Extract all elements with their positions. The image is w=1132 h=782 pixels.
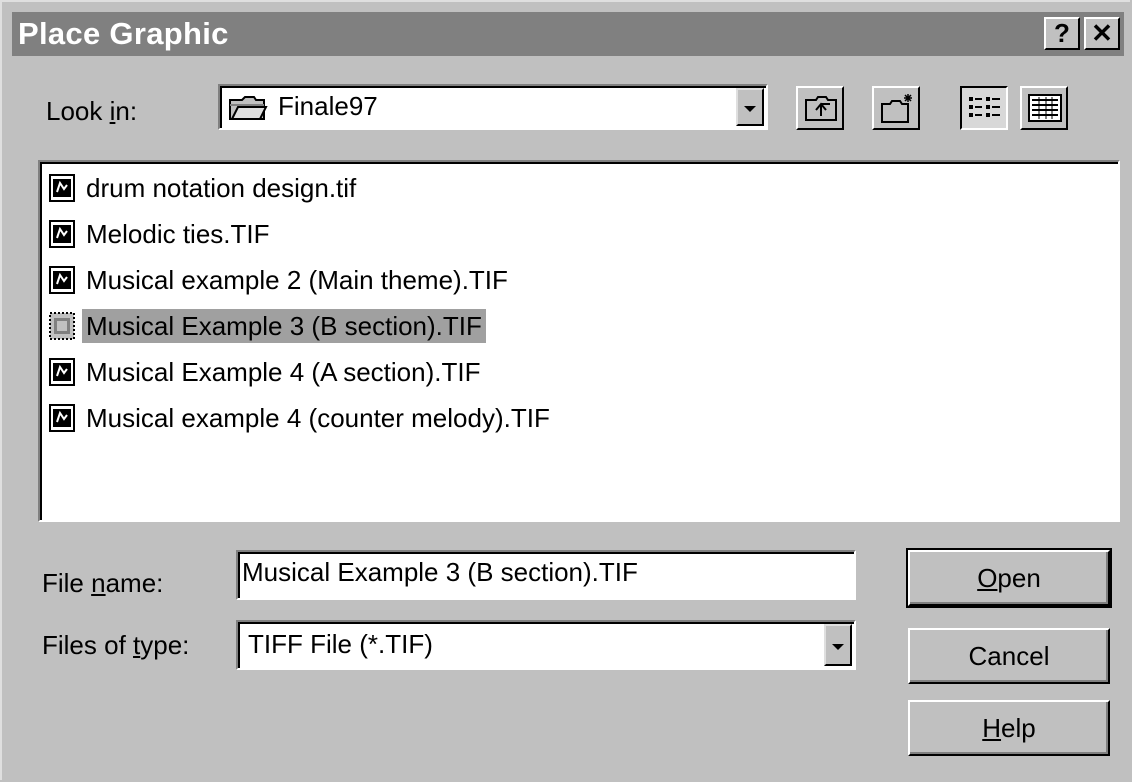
file-name-text: Musical Example 4 (A section).TIF [86,357,481,387]
file-list-item[interactable]: Melodic ties.TIF [48,214,274,254]
file-name-text: Musical Example 3 (B section).TIF [82,309,486,343]
chevron-down-icon [832,644,844,650]
files-of-type-label: Files of type: [42,630,190,660]
look-in-dropdown-button[interactable] [736,88,764,126]
file-list-item[interactable]: Musical Example 4 (A section).TIF [48,352,484,392]
file-list-item[interactable]: Musical example 4 (counter melody).TIF [48,398,554,438]
list-view-button[interactable] [960,86,1008,130]
tif-file-icon [48,403,76,433]
file-list-item[interactable]: Musical Example 3 (B section).TIF [48,306,486,346]
file-name-text: Musical example 4 (counter melody).TIF [86,403,550,433]
tif-file-icon [48,357,76,387]
file-name-text: Melodic ties.TIF [86,219,270,249]
help-button[interactable]: ? [1044,17,1080,50]
file-name-text: drum notation design.tif [86,173,357,203]
close-button[interactable]: ✕ [1084,17,1120,50]
create-new-folder-button[interactable] [872,86,920,130]
tif-file-icon [48,311,76,341]
cancel-button[interactable]: Cancel [908,628,1110,684]
details-view-button[interactable] [1020,86,1068,130]
details-view-icon [1028,94,1062,127]
files-of-type-value: TIFF File (*.TIF) [248,629,433,659]
tif-file-icon [48,219,76,249]
look-in-dropdown[interactable]: Finale97 [218,84,768,130]
up-one-level-icon [804,94,838,127]
dialog-title: Place Graphic [18,16,229,51]
open-button[interactable]: Open [906,548,1112,608]
tif-file-icon [48,265,76,295]
file-list[interactable]: drum notation design.tif Melodic ties.TIF… [38,160,1120,522]
files-of-type-dropdown-button[interactable] [824,624,852,666]
up-one-level-button[interactable] [796,86,844,130]
title-bar[interactable]: Place Graphic ? ✕ [12,12,1124,56]
list-view-icon [968,95,1002,126]
look-in-value: Finale97 [278,91,378,121]
look-in-label: Look in: [46,96,138,126]
file-list-item[interactable]: Musical example 2 (Main theme).TIF [48,260,512,300]
place-graphic-dialog: Place Graphic ? ✕ Look in: Finale97 drum… [0,0,1130,780]
file-name-label: File name: [42,568,164,598]
folder-icon [228,94,268,122]
chevron-down-icon [744,106,756,112]
file-name-text: Musical example 2 (Main theme).TIF [86,265,508,295]
file-list-item[interactable]: drum notation design.tif [48,168,360,208]
file-name-input[interactable] [242,554,848,590]
tif-file-icon [48,173,76,203]
files-of-type-dropdown[interactable]: TIFF File (*.TIF) [236,620,856,670]
help-dialog-button[interactable]: Help [908,700,1110,756]
create-new-folder-icon [880,92,916,129]
file-name-input-box[interactable] [236,550,856,600]
